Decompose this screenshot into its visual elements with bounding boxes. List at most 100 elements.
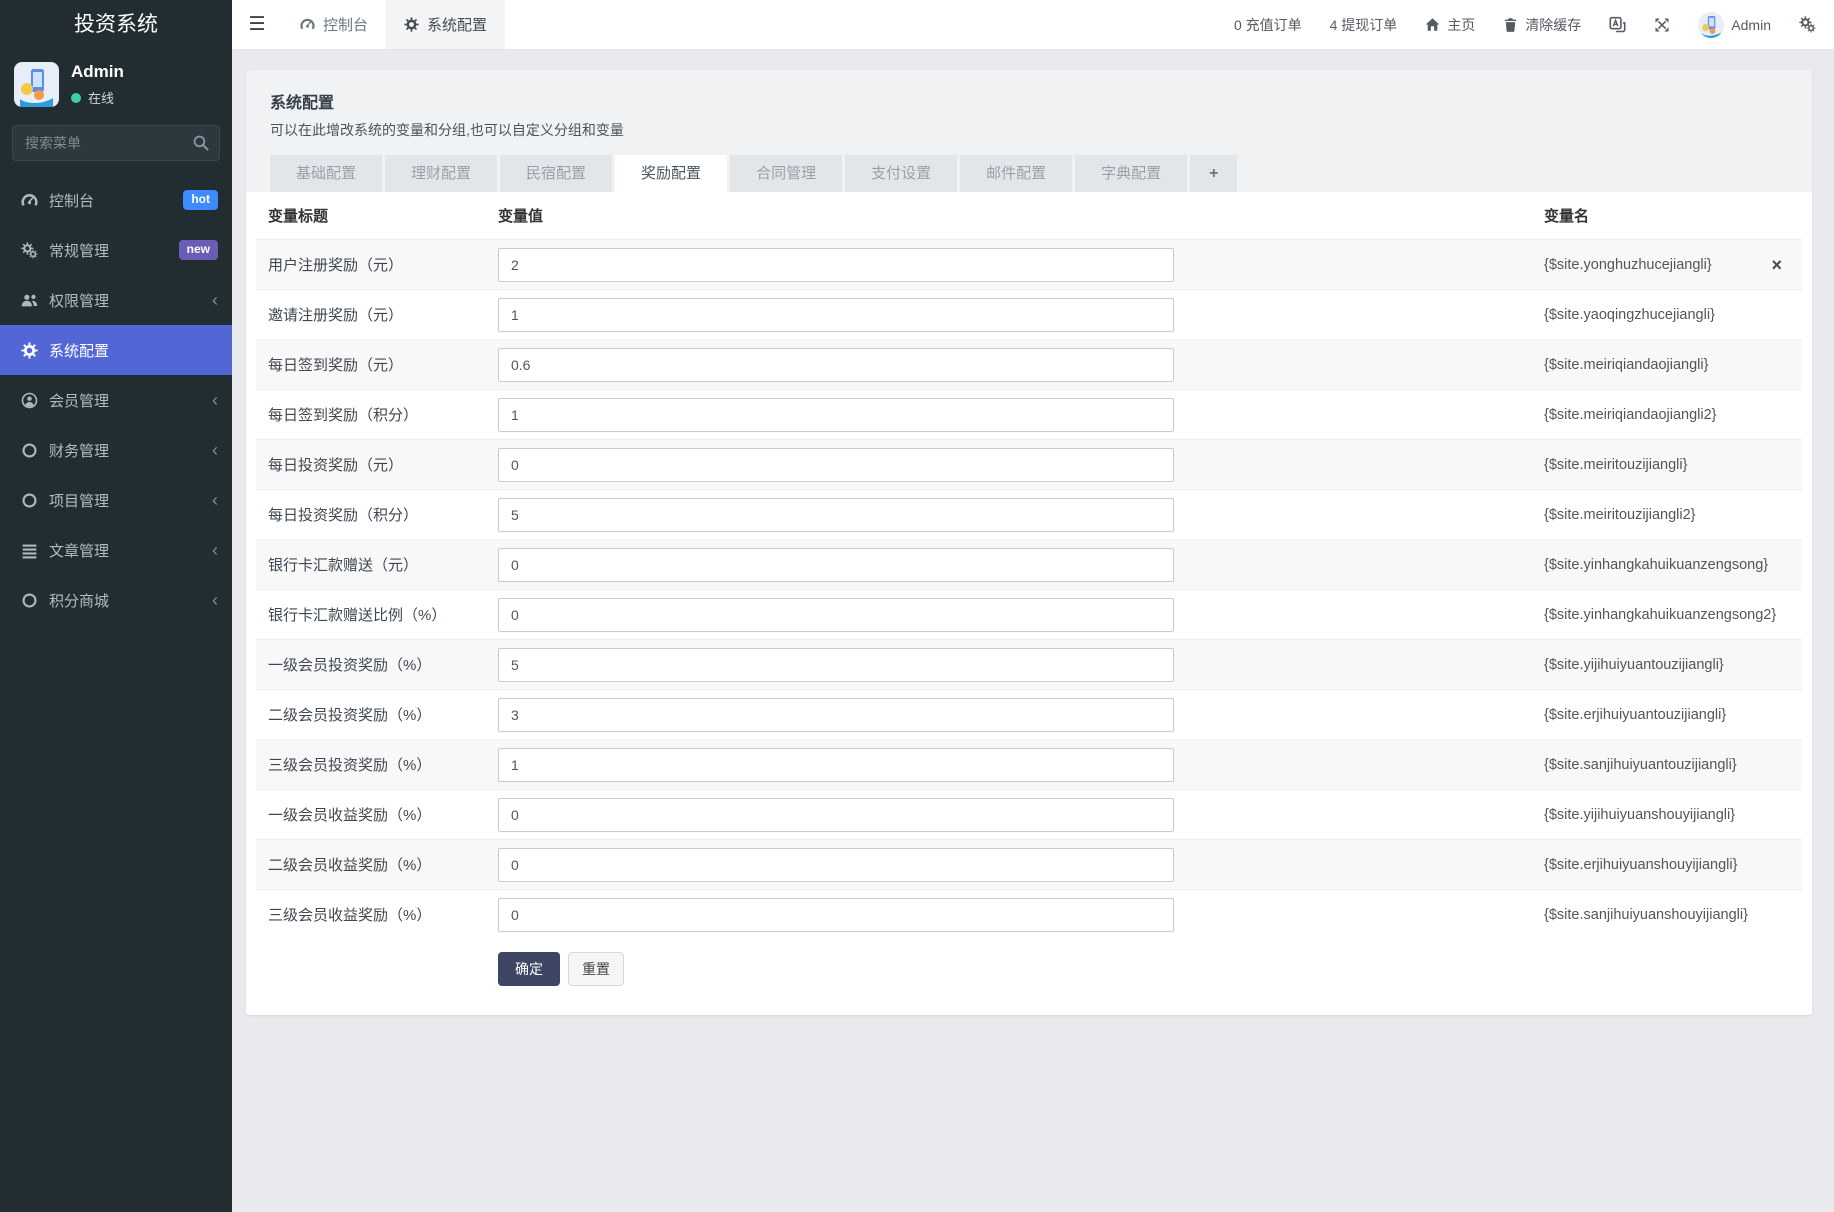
table-row: 二级会员投资奖励（%） {$site.erjihuiyuantouzijiang… xyxy=(256,689,1802,739)
config-tab-支付设置[interactable]: 支付设置 xyxy=(845,155,958,192)
sidebar-item-member[interactable]: 会员管理 ‹ xyxy=(0,375,232,425)
sidebar-item-console[interactable]: 控制台 hot xyxy=(0,175,232,225)
chevron-left-icon: ‹ xyxy=(212,590,218,610)
sidebar-item-auth[interactable]: 权限管理 ‹ xyxy=(0,275,232,325)
submit-button[interactable]: 确定 xyxy=(498,952,560,986)
config-tab-理财配置[interactable]: 理财配置 xyxy=(385,155,498,192)
home-link[interactable]: 主页 xyxy=(1425,15,1475,35)
row-title: 银行卡汇款赠送（元） xyxy=(268,557,419,574)
chevron-left-icon: ‹ xyxy=(212,290,218,310)
charge-orders-link[interactable]: 0 充值订单 xyxy=(1234,15,1302,35)
clear-cache-link[interactable]: 清除缓存 xyxy=(1503,15,1581,35)
config-tab-民宿配置[interactable]: 民宿配置 xyxy=(500,155,613,192)
sidebar-item-label: 常规管理 xyxy=(49,242,110,260)
row-title: 银行卡汇款赠送比例（%） xyxy=(268,607,447,624)
sidebar-item-label: 项目管理 xyxy=(49,492,110,510)
nav-tab-label: 控制台 xyxy=(323,17,369,34)
navbar-username: Admin xyxy=(1731,16,1771,33)
row-value-input[interactable] xyxy=(498,897,1174,932)
nav-tab-label: 系统配置 xyxy=(427,17,488,34)
nav-tab-console[interactable]: 控制台 xyxy=(282,0,386,49)
row-value-input[interactable] xyxy=(498,797,1174,832)
sidebar-item-project[interactable]: 项目管理 ‹ xyxy=(0,475,232,525)
row-value-input[interactable] xyxy=(498,647,1174,682)
config-tab-字典配置[interactable]: 字典配置 xyxy=(1075,155,1188,192)
user-status: 在线 xyxy=(71,88,124,107)
search-icon[interactable] xyxy=(192,134,209,151)
config-tab-奖励配置[interactable]: 奖励配置 xyxy=(615,155,728,192)
config-tab-基础配置[interactable]: 基础配置 xyxy=(270,155,383,192)
config-tab-合同管理[interactable]: 合同管理 xyxy=(730,155,843,192)
row-varname: {$site.meiriqiandaojiangli2} xyxy=(1544,406,1717,423)
row-varname: {$site.erjihuiyuanshouyijiangli} xyxy=(1544,856,1738,873)
page-title: 系统配置 xyxy=(270,95,335,112)
menu-toggle-icon[interactable]: ☰ xyxy=(232,0,282,49)
gears-icon[interactable] xyxy=(1799,16,1816,33)
row-title: 一级会员收益奖励（%） xyxy=(268,807,432,824)
sidebar-item-label: 财务管理 xyxy=(49,442,110,460)
nav-tab-system-config[interactable]: 系统配置 xyxy=(386,0,506,49)
user-status-label: 在线 xyxy=(88,91,115,106)
chevron-left-icon: ‹ xyxy=(212,440,218,460)
sidebar-item-general[interactable]: 常规管理 new xyxy=(0,225,232,275)
tachometer-icon xyxy=(300,17,315,32)
row-value-input[interactable] xyxy=(498,697,1174,732)
row-value-input[interactable] xyxy=(498,597,1174,632)
row-varname-cell: {$site.erjihuiyuantouzijiangli} xyxy=(1544,707,1802,723)
reset-button[interactable]: 重置 xyxy=(568,952,624,986)
row-title: 一级会员投资奖励（%） xyxy=(268,657,432,674)
row-title: 三级会员收益奖励（%） xyxy=(268,907,432,924)
circle-icon xyxy=(21,592,38,609)
home-icon xyxy=(1425,17,1440,32)
row-value-input[interactable] xyxy=(498,747,1174,782)
language-icon[interactable] xyxy=(1609,16,1626,33)
sidebar-item-mall[interactable]: 积分商城 ‹ xyxy=(0,575,232,625)
sidebar-item-label: 系统配置 xyxy=(49,342,110,360)
row-value-input[interactable] xyxy=(498,547,1174,582)
row-value-cell xyxy=(498,447,1544,482)
row-value-cell xyxy=(498,847,1544,882)
col-header-name: 变量名 xyxy=(1544,208,1590,225)
sidebar-item-label: 控制台 xyxy=(49,192,95,210)
form-actions: 确定 重置 xyxy=(256,952,1802,986)
fullscreen-icon[interactable] xyxy=(1654,17,1670,33)
gears-icon xyxy=(21,242,38,259)
config-tab-邮件配置[interactable]: 邮件配置 xyxy=(960,155,1073,192)
table-row: 银行卡汇款赠送比例（%） {$site.yinhangkahuikuanzeng… xyxy=(256,589,1802,639)
row-value-cell xyxy=(498,697,1544,732)
row-value-input[interactable] xyxy=(498,247,1174,282)
page-subtitle: 可以在此增改系统的变量和分组,也可以自定义分组和变量 xyxy=(270,122,624,138)
row-varname-cell: {$site.yijihuiyuanshouyijiangli} xyxy=(1544,807,1802,823)
table-row: 三级会员投资奖励（%） {$site.sanjihuiyuantouzijian… xyxy=(256,739,1802,789)
row-value-input[interactable] xyxy=(498,397,1174,432)
row-value-input[interactable] xyxy=(498,847,1174,882)
col-header-title: 变量标题 xyxy=(268,208,329,225)
row-value-input[interactable] xyxy=(498,347,1174,382)
row-varname: {$site.meiritouzijiangli} xyxy=(1544,456,1688,473)
user-circle-icon xyxy=(21,392,38,409)
chevron-left-icon: ‹ xyxy=(212,540,218,560)
circle-icon xyxy=(21,492,38,509)
user-name: Admin xyxy=(71,62,124,81)
search-input[interactable] xyxy=(12,125,220,161)
sidebar-item-article[interactable]: 文章管理 ‹ xyxy=(0,525,232,575)
user-menu[interactable]: Admin xyxy=(1698,12,1771,38)
sidebar-item-config[interactable]: 系统配置 xyxy=(0,325,232,375)
add-tab-button[interactable]: + xyxy=(1190,155,1238,192)
row-title: 每日签到奖励（积分） xyxy=(268,407,419,424)
gear-icon xyxy=(404,17,419,32)
sidebar-item-finance[interactable]: 财务管理 ‹ xyxy=(0,425,232,475)
row-value-input[interactable] xyxy=(498,447,1174,482)
withdraw-orders-link[interactable]: 4 提现订单 xyxy=(1330,15,1398,35)
close-icon[interactable]: × xyxy=(1771,256,1802,274)
row-varname-cell: {$site.meiritouzijiangli} xyxy=(1544,457,1802,473)
row-value-input[interactable] xyxy=(498,497,1174,532)
row-value-input[interactable] xyxy=(498,297,1174,332)
table-row: 三级会员收益奖励（%） {$site.sanjihuiyuanshouyijia… xyxy=(256,889,1802,939)
table-row: 一级会员收益奖励（%） {$site.yijihuiyuanshouyijian… xyxy=(256,789,1802,839)
row-varname-cell: {$site.sanjihuiyuantouzijiangli} xyxy=(1544,757,1802,773)
row-varname: {$site.yinhangkahuikuanzengsong} xyxy=(1544,556,1769,573)
table-row: 银行卡汇款赠送（元） {$site.yinhangkahuikuanzengso… xyxy=(256,539,1802,589)
row-varname-cell: {$site.yonghuzhucejiangli} × xyxy=(1544,256,1802,274)
row-varname-cell: {$site.erjihuiyuanshouyijiangli} xyxy=(1544,857,1802,873)
